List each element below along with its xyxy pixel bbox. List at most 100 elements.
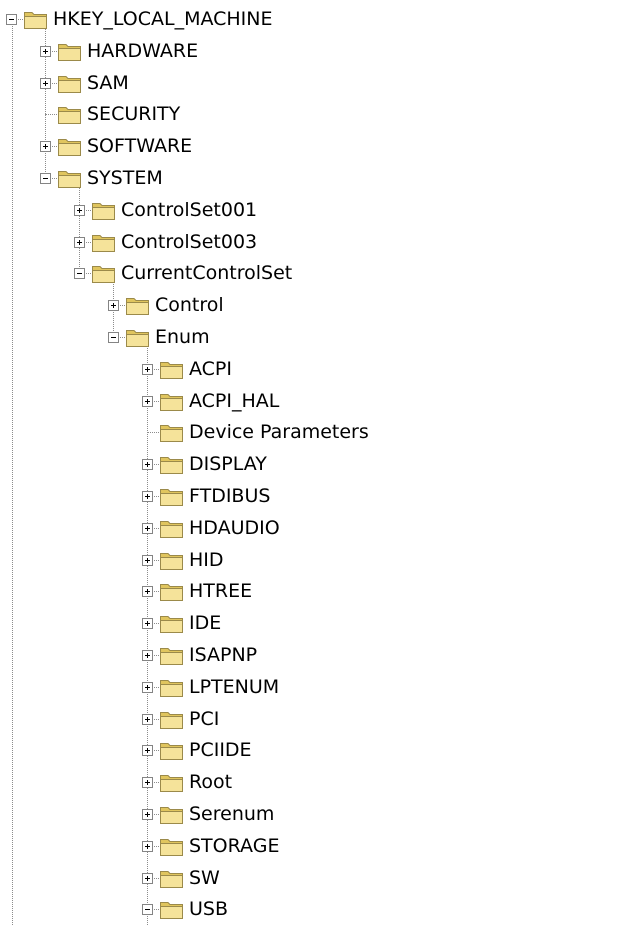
folder-icon xyxy=(92,234,115,252)
tree-node[interactable]: CurrentControlSet xyxy=(0,258,638,289)
plus-icon[interactable] xyxy=(142,713,153,725)
tree-node-label: SOFTWARE xyxy=(87,135,193,158)
tree-node[interactable]: USB xyxy=(0,894,638,925)
folder-icon xyxy=(160,711,183,729)
folder-icon xyxy=(58,171,81,188)
folder-icon xyxy=(160,361,183,379)
tree-node-label: USB xyxy=(189,898,229,921)
tree-node[interactable]: HDAUDIO xyxy=(0,513,638,544)
tree-node[interactable]: Device Parameters xyxy=(0,417,638,448)
tree-node-label: Root xyxy=(189,771,233,794)
tree-node-label: HTREE xyxy=(189,580,253,603)
plus-icon[interactable] xyxy=(142,809,153,820)
tree-node[interactable]: Enum xyxy=(0,322,638,353)
tree-node-label: PCIIDE xyxy=(189,739,252,762)
tree-node-label: Control xyxy=(155,294,224,317)
tree-node[interactable]: LPTENUM xyxy=(0,672,638,703)
tree-node-label: FTDIBUS xyxy=(189,485,271,507)
plus-icon[interactable] xyxy=(142,777,153,789)
plus-icon[interactable] xyxy=(142,840,153,852)
minus-icon[interactable] xyxy=(6,14,17,25)
tree-node[interactable]: ControlSet001 xyxy=(0,195,638,226)
plus-icon[interactable] xyxy=(142,618,153,630)
plus-icon[interactable] xyxy=(142,650,153,661)
tree-node[interactable]: SYSTEM xyxy=(0,163,638,194)
tree-node[interactable]: ControlSet003 xyxy=(0,227,638,258)
plus-icon[interactable] xyxy=(40,45,51,57)
folder-icon xyxy=(58,139,81,157)
tree-node[interactable]: Root xyxy=(0,767,638,798)
tree-node-label: Enum xyxy=(155,326,210,348)
folder-icon xyxy=(160,838,183,856)
tree-node[interactable]: IDE xyxy=(0,608,638,639)
folder-icon xyxy=(160,616,183,634)
tree-node-label: Serenum xyxy=(189,803,275,825)
tree-node[interactable]: SOFTWARE xyxy=(0,131,638,162)
tree-node-label: Device Parameters xyxy=(189,421,369,444)
minus-icon[interactable] xyxy=(108,332,119,343)
tree-node[interactable]: SAM xyxy=(0,68,638,99)
plus-icon[interactable] xyxy=(142,554,153,566)
tree-node-label: CurrentControlSet xyxy=(121,262,293,285)
tree-node-label: ISAPNP xyxy=(189,644,258,666)
plus-icon[interactable] xyxy=(74,236,85,248)
plus-icon[interactable] xyxy=(40,141,51,153)
folder-icon xyxy=(126,298,149,316)
folder-icon xyxy=(160,489,183,506)
tree-node[interactable]: Serenum xyxy=(0,799,638,830)
tree-node[interactable]: PCIIDE xyxy=(0,735,638,766)
tree-node[interactable]: STORAGE xyxy=(0,831,638,862)
folder-icon xyxy=(160,679,183,697)
tree-node-label: HID xyxy=(189,548,224,571)
tree-node-label: DISPLAY xyxy=(189,453,267,476)
folder-icon xyxy=(160,648,183,665)
tree-node-label: SW xyxy=(189,866,220,889)
tree-node-label: ControlSet003 xyxy=(121,230,258,253)
tree-node[interactable]: Control xyxy=(0,290,638,321)
plus-icon[interactable] xyxy=(142,363,153,375)
plus-icon[interactable] xyxy=(142,745,153,757)
tree-node-label: HDAUDIO xyxy=(189,516,280,539)
tree-node-label: IDE xyxy=(189,612,222,635)
plus-icon[interactable] xyxy=(108,300,119,312)
plus-icon[interactable] xyxy=(142,522,153,534)
tree-node[interactable]: HKEY_LOCAL_MACHINE xyxy=(0,4,638,35)
folder-icon xyxy=(160,775,183,793)
minus-icon[interactable] xyxy=(74,268,85,280)
folder-icon xyxy=(160,584,183,602)
plus-icon[interactable] xyxy=(142,681,153,693)
plus-icon[interactable] xyxy=(142,872,153,884)
minus-icon[interactable] xyxy=(142,904,153,916)
tree-node-label: PCI xyxy=(189,707,220,730)
folder-icon xyxy=(160,457,183,475)
tree-node-label: SAM xyxy=(87,71,129,94)
folder-icon xyxy=(160,902,183,920)
plus-icon[interactable] xyxy=(74,204,85,216)
plus-icon[interactable] xyxy=(142,395,153,407)
tree-node[interactable]: HTREE xyxy=(0,576,638,607)
tree-node[interactable]: PCI xyxy=(0,704,638,735)
tree-node-label: LPTENUM xyxy=(189,675,280,698)
plus-icon[interactable] xyxy=(142,459,153,471)
folder-icon xyxy=(160,807,183,824)
tree-node[interactable]: ACPI xyxy=(0,354,638,385)
folder-icon xyxy=(58,75,81,93)
tree-node-label: ControlSet001 xyxy=(121,198,258,221)
tree-node[interactable]: FTDIBUS xyxy=(0,481,638,512)
tree-node[interactable]: DISPLAY xyxy=(0,449,638,480)
folder-icon xyxy=(160,393,183,411)
tree-node[interactable]: HID xyxy=(0,545,638,576)
tree-node[interactable]: SW xyxy=(0,863,638,894)
plus-icon[interactable] xyxy=(142,491,153,502)
tree-node[interactable]: ACPI_HAL xyxy=(0,386,638,417)
folder-icon xyxy=(160,870,183,888)
tree-node-label: ACPI xyxy=(189,357,232,380)
tree-node[interactable]: SECURITY xyxy=(0,99,638,130)
folder-icon xyxy=(160,425,183,443)
tree-node[interactable]: ISAPNP xyxy=(0,640,638,671)
plus-icon[interactable] xyxy=(142,586,153,598)
folder-icon xyxy=(160,552,183,570)
minus-icon[interactable] xyxy=(40,173,51,184)
plus-icon[interactable] xyxy=(40,77,51,89)
tree-node[interactable]: HARDWARE xyxy=(0,36,638,67)
